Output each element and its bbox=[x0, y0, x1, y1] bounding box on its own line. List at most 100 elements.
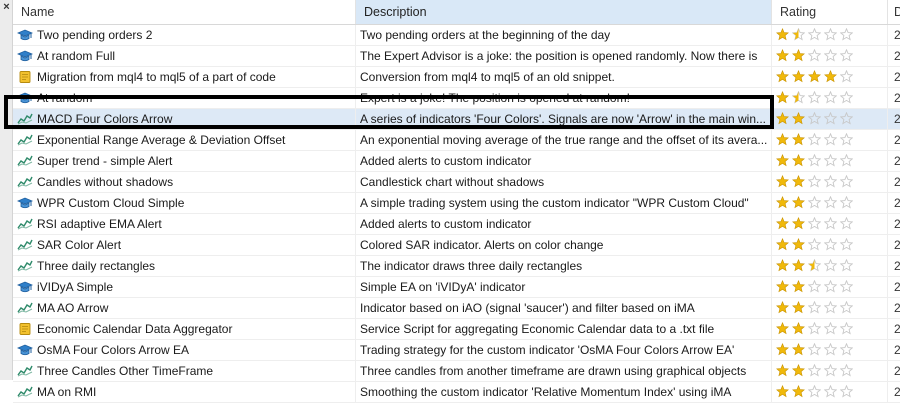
cell-extra: 2 bbox=[894, 175, 900, 189]
star-empty-icon bbox=[824, 322, 837, 335]
table-row[interactable]: RSI adaptive EMA Alert Added alerts to cu… bbox=[13, 214, 900, 235]
star-empty-icon bbox=[808, 238, 821, 251]
row-name-label: MA AO Arrow bbox=[37, 301, 109, 315]
star-filled-icon bbox=[792, 217, 805, 230]
table-row[interactable]: Three daily rectangles The indicator draw… bbox=[13, 256, 900, 277]
star-empty-icon bbox=[840, 154, 853, 167]
row-name-label: MACD Four Colors Arrow bbox=[37, 112, 173, 126]
cell-description: Trading strategy for the custom indicato… bbox=[356, 340, 772, 360]
star-empty-icon bbox=[840, 112, 853, 125]
cell-description: An exponential moving average of the tru… bbox=[356, 130, 772, 150]
table-row[interactable]: Super trend - simple Alert Added alerts t… bbox=[13, 151, 900, 172]
column-header-description[interactable]: Description bbox=[356, 0, 772, 24]
star-filled-icon bbox=[776, 91, 789, 104]
cell-extra: 2 bbox=[894, 385, 900, 399]
star-empty-icon bbox=[808, 49, 821, 62]
star-filled-icon bbox=[776, 259, 789, 272]
row-name-label: Candles without shadows bbox=[37, 175, 174, 189]
star-empty-icon bbox=[824, 91, 837, 104]
star-empty-icon bbox=[840, 217, 853, 230]
star-filled-icon bbox=[776, 301, 789, 314]
star-filled-icon bbox=[776, 112, 789, 125]
cell-name: MA on RMI bbox=[13, 382, 356, 402]
star-half-icon bbox=[792, 91, 805, 104]
star-empty-icon bbox=[808, 322, 821, 335]
cell-extra: 2 bbox=[894, 322, 900, 336]
cell-name: Candles without shadows bbox=[13, 172, 356, 192]
cell-name: At random bbox=[13, 88, 356, 108]
cell-extra: 2 bbox=[894, 280, 900, 294]
star-empty-icon bbox=[824, 385, 837, 398]
table-row[interactable]: Economic Calendar Data Aggregator Service… bbox=[13, 319, 900, 340]
table-row[interactable]: Exponential Range Average & Deviation Of… bbox=[13, 130, 900, 151]
row-name-label: At random Full bbox=[37, 49, 116, 63]
cell-rating bbox=[772, 382, 888, 402]
table-row[interactable]: MACD Four Colors Arrow A series of indica… bbox=[13, 109, 900, 130]
cell-description: Added alerts to custom indicator bbox=[356, 214, 772, 234]
cell-description: Service Script for aggregating Economic … bbox=[356, 319, 772, 339]
star-empty-icon bbox=[808, 133, 821, 146]
close-icon[interactable]: × bbox=[1, 0, 12, 14]
cell-description: Three candles from another timeframe are… bbox=[356, 361, 772, 381]
star-empty-icon bbox=[808, 217, 821, 230]
cell-description: The indicator draws three daily rectangl… bbox=[356, 256, 772, 276]
star-filled-icon bbox=[776, 28, 789, 41]
table-row[interactable]: Candles without shadows Candlestick chart… bbox=[13, 172, 900, 193]
table-row[interactable]: At random Expert is a joke! The position … bbox=[13, 88, 900, 109]
cell-description: The Expert Advisor is a joke: the positi… bbox=[356, 46, 772, 66]
star-empty-icon bbox=[840, 91, 853, 104]
indicator-wave-icon bbox=[17, 217, 33, 231]
table-row[interactable]: Three Candles Other TimeFrame Three candl… bbox=[13, 361, 900, 382]
table-row[interactable]: At random Full The Expert Advisor is a jo… bbox=[13, 46, 900, 67]
star-empty-icon bbox=[808, 364, 821, 377]
cell-extra: 2 bbox=[894, 217, 900, 231]
table-row[interactable]: MA on RMI Smoothing the custom indicator … bbox=[13, 382, 900, 403]
cell-name: WPR Custom Cloud Simple bbox=[13, 193, 356, 213]
star-empty-icon bbox=[824, 28, 837, 41]
cell-extra: 2 bbox=[894, 301, 900, 315]
row-name-label: SAR Color Alert bbox=[37, 238, 122, 252]
star-empty-icon bbox=[824, 259, 837, 272]
cell-name: Super trend - simple Alert bbox=[13, 151, 356, 171]
table-row[interactable]: SAR Color Alert Colored SAR indicator. Al… bbox=[13, 235, 900, 256]
star-empty-icon bbox=[840, 238, 853, 251]
column-header-extra[interactable]: D bbox=[888, 0, 900, 24]
star-filled-icon bbox=[776, 70, 789, 83]
star-empty-icon bbox=[840, 259, 853, 272]
star-empty-icon bbox=[840, 28, 853, 41]
star-empty-icon bbox=[840, 385, 853, 398]
table-row[interactable]: OsMA Four Colors Arrow EA Trading strateg… bbox=[13, 340, 900, 361]
star-filled-icon bbox=[792, 70, 805, 83]
star-empty-icon bbox=[824, 301, 837, 314]
star-empty-icon bbox=[808, 175, 821, 188]
cell-rating bbox=[772, 46, 888, 66]
cell-name: Economic Calendar Data Aggregator bbox=[13, 319, 356, 339]
cell-rating bbox=[772, 340, 888, 360]
expert-cap-icon bbox=[17, 91, 33, 105]
star-empty-icon bbox=[808, 154, 821, 167]
column-header-rating[interactable]: Rating bbox=[772, 0, 888, 24]
star-filled-icon bbox=[776, 133, 789, 146]
row-name-label: iVIDyA Simple bbox=[37, 280, 114, 294]
star-filled-icon bbox=[792, 301, 805, 314]
indicator-wave-icon bbox=[17, 259, 33, 273]
star-empty-icon bbox=[824, 364, 837, 377]
table-row[interactable]: iVIDyA Simple Simple EA on 'iVIDyA' indic… bbox=[13, 277, 900, 298]
row-name-label: Exponential Range Average & Deviation Of… bbox=[37, 133, 286, 147]
cell-extra: 2 bbox=[894, 259, 900, 273]
table-row[interactable]: MA AO Arrow Indicator based on iAO (signa… bbox=[13, 298, 900, 319]
indicator-wave-icon bbox=[17, 301, 33, 315]
table-row[interactable]: Two pending orders 2 Two pending orders a… bbox=[13, 25, 900, 46]
cell-description: Added alerts to custom indicator bbox=[356, 151, 772, 171]
column-header-name[interactable]: Name bbox=[13, 0, 356, 24]
star-filled-icon bbox=[792, 364, 805, 377]
star-filled-icon bbox=[776, 385, 789, 398]
cell-rating bbox=[772, 88, 888, 108]
table-row[interactable]: WPR Custom Cloud Simple A simple trading … bbox=[13, 193, 900, 214]
cell-extra: 2 bbox=[894, 364, 900, 378]
indicator-wave-icon bbox=[17, 133, 33, 147]
star-half-icon bbox=[808, 259, 821, 272]
star-empty-icon bbox=[824, 154, 837, 167]
cell-name: At random Full bbox=[13, 46, 356, 66]
table-row[interactable]: Migration from mql4 to mql5 of a part of… bbox=[13, 67, 900, 88]
